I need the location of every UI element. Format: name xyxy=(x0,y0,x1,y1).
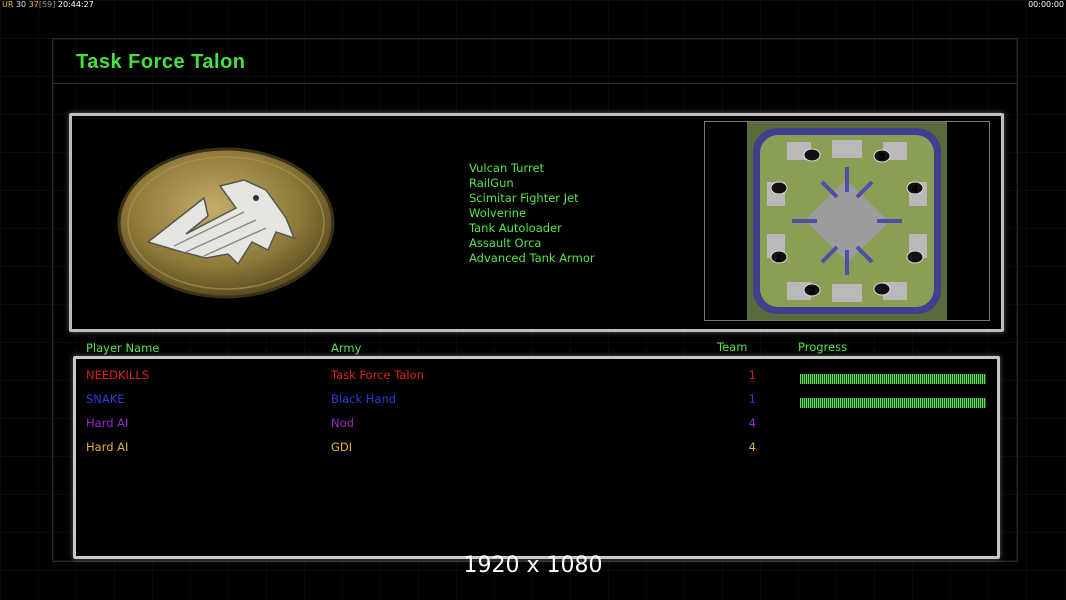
header-player-name: Player Name xyxy=(86,341,160,355)
bonus-list: Vulcan Turret RailGun Scimitar Fighter J… xyxy=(469,161,595,266)
start-position-2: 2 xyxy=(809,286,816,297)
player-name: SNAKE xyxy=(86,392,125,406)
hud-value-1: 30 xyxy=(15,0,27,9)
player-name: Hard AI xyxy=(86,416,129,430)
player-army: Task Force Talon xyxy=(331,368,424,382)
player-name: Hard AI xyxy=(86,440,129,454)
table-row: Hard AI GDI 4 xyxy=(76,440,997,458)
player-name: NEEDKILLS xyxy=(86,368,150,382)
start-position-1: 1 xyxy=(776,253,783,264)
player-team: 1 xyxy=(748,392,756,406)
player-army: Black Hand xyxy=(331,392,397,406)
faction-emblem-icon xyxy=(117,147,335,299)
map-preview: 1 2 3 4 xyxy=(704,121,990,321)
hud-timer: 00:00:00 xyxy=(1028,0,1064,9)
hud-label: UR xyxy=(2,0,14,9)
player-army: Nod xyxy=(331,416,354,430)
list-item: Wolverine xyxy=(469,206,527,220)
hud-value-3: [59] xyxy=(38,0,56,9)
header-progress: Progress xyxy=(798,340,848,354)
table-row: Hard AI Nod 4 xyxy=(76,416,997,434)
map-image: 1 2 3 4 xyxy=(747,122,947,320)
start-position-3: 3 xyxy=(879,152,886,163)
resolution-label: 1920 x 1080 xyxy=(463,553,603,578)
start-position-4: 4 xyxy=(912,184,919,195)
player-team: 1 xyxy=(748,368,756,382)
player-team: 4 xyxy=(748,416,756,430)
player-army: GDI xyxy=(331,440,353,454)
list-item: Advanced Tank Armor xyxy=(469,251,595,265)
progress-bar xyxy=(800,398,986,408)
list-item: Vulcan Turret xyxy=(469,161,545,175)
header-team: Team xyxy=(717,340,748,354)
progress-fill xyxy=(800,374,986,384)
hud-value-2: 37 xyxy=(28,0,39,9)
hud-clock: 20:44:27 xyxy=(57,0,94,9)
list-item: RailGun xyxy=(469,176,514,190)
page-title: Task Force Talon xyxy=(76,51,246,73)
table-row: SNAKE Black Hand 1 xyxy=(76,392,997,410)
header-army: Army xyxy=(331,341,362,355)
player-roster: NEEDKILLS Task Force Talon 1 SNAKE Black… xyxy=(73,356,1000,559)
info-panel: Vulcan Turret RailGun Scimitar Fighter J… xyxy=(69,113,1004,332)
table-row: NEEDKILLS Task Force Talon 1 xyxy=(76,368,997,386)
hud-stats: UR 30 37[59] 20:44:27 xyxy=(2,0,94,10)
list-item: Assault Orca xyxy=(469,236,542,250)
player-team: 4 xyxy=(748,440,756,454)
list-item: Tank Autoloader xyxy=(469,221,562,235)
list-item: Scimitar Fighter Jet xyxy=(469,191,579,205)
progress-fill xyxy=(800,398,986,408)
progress-bar xyxy=(800,374,986,384)
